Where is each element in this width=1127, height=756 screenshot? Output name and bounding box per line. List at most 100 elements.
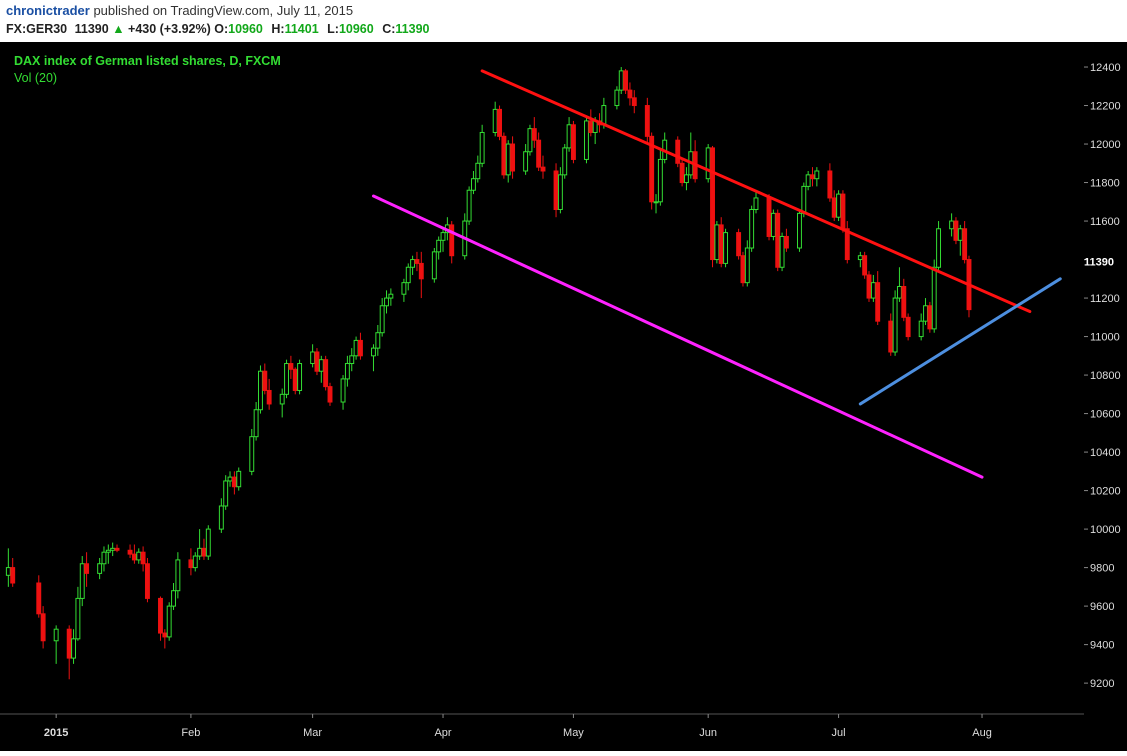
candle-down <box>710 147 715 261</box>
chart-header: chronictrader published on TradingView.c… <box>0 0 1127 42</box>
candle-up <box>801 185 807 214</box>
candle-up <box>410 259 416 268</box>
candle-up <box>97 563 103 574</box>
chart-area[interactable]: 9200 9400 9600 9800 10000 10200 10400 10600 1080… <box>0 42 1127 751</box>
candle-down <box>840 193 846 230</box>
candle-up <box>836 193 842 218</box>
candle-down <box>588 120 594 133</box>
price-tick-label: 11600 <box>1090 216 1120 228</box>
price-tick-label: 11000 <box>1090 332 1120 344</box>
price-axis[interactable]: 9200 9400 9600 9800 10000 10200 10400 10600 1080… <box>1084 42 1127 751</box>
time-tick-label: Aug <box>972 727 992 739</box>
candle-up <box>318 359 324 372</box>
candle-up <box>436 239 442 253</box>
candle-up <box>110 547 116 551</box>
price-tick-label: 12200 <box>1090 101 1121 113</box>
legend-title: DAX index of German listed shares, D, FX… <box>14 54 281 68</box>
high-value: 11401 <box>284 22 319 36</box>
candle-down <box>862 255 868 276</box>
candle-down <box>36 582 42 615</box>
candle-up <box>340 378 346 403</box>
candle-up <box>227 476 233 482</box>
candle-down <box>631 97 637 107</box>
candle-up <box>371 347 376 357</box>
candle-up <box>388 293 394 299</box>
candle-down <box>84 563 90 574</box>
candle-down <box>10 567 16 584</box>
candle-up <box>53 628 59 642</box>
last-price: 11390 <box>74 22 109 36</box>
time-tick-label: May <box>563 727 584 739</box>
legend-volume: Vol (20) <box>14 71 57 85</box>
candle-down <box>827 170 833 199</box>
candle-up <box>440 232 446 241</box>
last-price-label: 11390 <box>1084 256 1114 268</box>
candle-up <box>805 174 811 187</box>
candle-up <box>166 605 172 638</box>
candle-up <box>714 224 720 261</box>
candle-up <box>892 297 898 353</box>
candle-up <box>253 409 259 438</box>
time-tick-label: Apr <box>434 727 451 739</box>
candle-down <box>927 305 933 330</box>
candle-down <box>314 351 320 372</box>
open-label: O: <box>214 22 229 36</box>
candle-down <box>775 212 781 268</box>
triangle-up-icon: ▲ <box>112 22 125 36</box>
candle-down <box>962 228 968 261</box>
candle-down <box>140 551 146 565</box>
candle-down <box>570 124 576 160</box>
candlestick-chart[interactable]: 9200 9400 9600 9800 10000 10200 10400 10600 1080… <box>0 42 1127 751</box>
price-tick-label: 11800 <box>1090 178 1120 190</box>
candle-down <box>766 197 772 237</box>
candle-down <box>888 320 894 353</box>
candle-up <box>297 363 303 391</box>
candle-down <box>323 359 329 388</box>
candle-up <box>466 189 472 222</box>
candle-down <box>905 316 911 338</box>
candle-down <box>357 339 363 357</box>
candle-down <box>449 224 455 257</box>
candle-up <box>279 393 285 405</box>
candle-up <box>71 638 77 659</box>
candle-up <box>218 505 224 530</box>
candle-up <box>223 480 229 507</box>
candle-up <box>923 305 928 322</box>
symbol-name[interactable]: FX:GER30 <box>6 22 67 36</box>
candle-up <box>527 128 533 153</box>
candle-up <box>175 559 181 592</box>
candle-up <box>136 551 142 561</box>
candle-down <box>40 613 46 642</box>
candle-up <box>723 232 729 264</box>
candle-up <box>653 201 659 204</box>
candle-down <box>553 170 559 210</box>
candle-up <box>870 282 876 299</box>
candle-down <box>127 549 133 555</box>
candle-up <box>749 209 755 249</box>
price-tick-label: 12400 <box>1090 62 1121 74</box>
candle-down <box>501 135 507 176</box>
candle-down <box>158 597 163 634</box>
price-tick-label: 10200 <box>1090 486 1121 498</box>
candle-up <box>797 212 802 249</box>
candle-down <box>531 128 537 141</box>
candle-up <box>936 228 942 268</box>
candle-up <box>779 235 785 268</box>
candle-down <box>644 105 650 137</box>
candle-up <box>284 363 289 395</box>
candle-down <box>327 386 333 403</box>
candle-up <box>744 247 750 284</box>
author-link[interactable]: chronictrader <box>6 3 90 18</box>
candle-up <box>258 370 263 411</box>
price-tick-label: 9400 <box>1090 640 1114 652</box>
candle-down <box>266 389 272 405</box>
candle-down <box>679 162 685 184</box>
candle-down <box>740 255 746 284</box>
candle-up <box>614 89 620 107</box>
candle-down <box>783 235 789 249</box>
candle-up <box>683 174 689 184</box>
candle-up <box>75 597 81 640</box>
candle-down <box>627 89 633 99</box>
candle-down <box>414 259 420 264</box>
price-tick-label: 11200 <box>1090 293 1120 305</box>
